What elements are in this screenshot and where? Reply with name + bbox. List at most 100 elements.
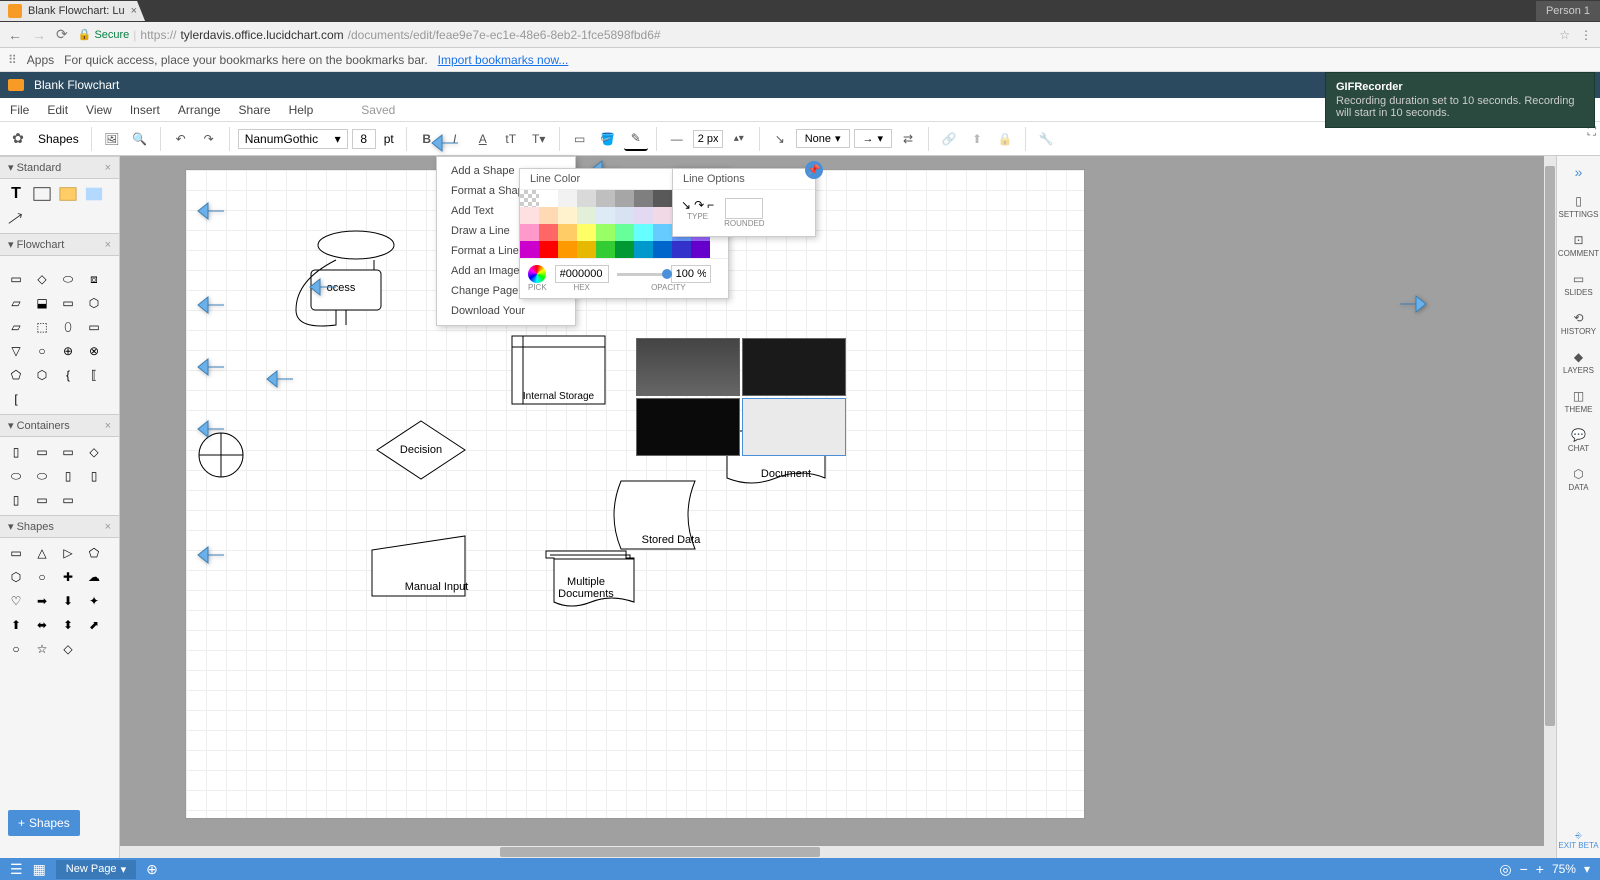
note-shape[interactable] xyxy=(56,183,80,205)
chat-button[interactable]: 💬CHAT xyxy=(1568,428,1589,453)
shape-item[interactable]: ⬆ xyxy=(4,614,28,636)
settings-button[interactable]: ▯SETTINGS xyxy=(1558,194,1598,219)
close-icon[interactable]: × xyxy=(105,420,111,432)
process-shape[interactable]: ocess xyxy=(286,230,396,330)
color-wheel-icon[interactable] xyxy=(528,265,546,283)
forward-icon[interactable]: → xyxy=(32,27,46,43)
shape-item[interactable]: ▭ xyxy=(30,489,54,511)
shape-item[interactable]: ⬯ xyxy=(56,316,80,338)
shape-item[interactable]: ▭ xyxy=(30,441,54,463)
undo-icon[interactable]: ↶ xyxy=(169,127,193,151)
menu-help[interactable]: Help xyxy=(289,103,314,117)
target-icon[interactable]: ◎ xyxy=(1499,861,1511,878)
hex-input[interactable] xyxy=(555,265,609,283)
color-swatch[interactable] xyxy=(615,224,634,241)
panel-flowchart[interactable]: ▾ Flowchart × xyxy=(0,233,119,256)
color-swatch[interactable] xyxy=(520,207,539,224)
block-shape[interactable] xyxy=(82,183,106,205)
line-type-straight[interactable]: ↘ xyxy=(681,198,691,212)
shape-item[interactable]: ▭ xyxy=(4,268,28,290)
color-swatch[interactable] xyxy=(672,241,691,258)
unlock-icon[interactable]: 🔒 xyxy=(993,127,1017,151)
import-bookmarks-link[interactable]: Import bookmarks now... xyxy=(438,53,569,67)
shape-item[interactable]: ◇ xyxy=(30,268,54,290)
shape-item[interactable]: ◇ xyxy=(56,638,80,660)
back-icon[interactable]: ← xyxy=(8,27,22,43)
shape-item[interactable]: ⬠ xyxy=(82,542,106,564)
arrow-end-select[interactable]: →▾ xyxy=(854,129,893,148)
thumbnail[interactable] xyxy=(742,398,846,456)
menu-share[interactable]: Share xyxy=(239,103,271,117)
color-swatch[interactable] xyxy=(558,207,577,224)
shape-item[interactable]: ⬡ xyxy=(4,566,28,588)
shape-item[interactable]: ⟦ xyxy=(82,364,106,386)
thumbnail[interactable] xyxy=(636,338,740,396)
color-swatch[interactable] xyxy=(634,190,653,207)
shape-item[interactable]: ▯ xyxy=(4,441,28,463)
menu-arrange[interactable]: Arrange xyxy=(178,103,221,117)
shape-item[interactable]: ▯ xyxy=(4,489,28,511)
color-swatch[interactable] xyxy=(539,224,558,241)
color-swatch[interactable] xyxy=(653,190,672,207)
stored-data-shape[interactable]: Stored Data xyxy=(606,480,696,553)
color-swatch[interactable] xyxy=(558,190,577,207)
rect-shape[interactable] xyxy=(30,183,54,205)
shape-item[interactable]: ⬠ xyxy=(4,364,28,386)
line-style-icon[interactable]: — xyxy=(665,127,689,151)
shape-item[interactable]: ⬭ xyxy=(30,465,54,487)
color-swatch[interactable] xyxy=(539,241,558,258)
font-select[interactable]: NanumGothic▾ xyxy=(238,129,348,149)
close-icon[interactable]: × xyxy=(105,521,111,533)
document-title[interactable]: Blank Flowchart xyxy=(34,78,119,92)
shape-item[interactable]: ▭ xyxy=(56,292,80,314)
canvas-container[interactable]: ocess Internal Storage Decision Document xyxy=(120,156,1556,860)
horizontal-scrollbar[interactable] xyxy=(120,846,1556,858)
manual-input-shape[interactable]: Manual Input xyxy=(371,535,466,600)
color-swatch[interactable] xyxy=(615,190,634,207)
thumbnail[interactable] xyxy=(636,398,740,456)
font-size-input[interactable] xyxy=(352,129,376,149)
menu-view[interactable]: View xyxy=(86,103,112,117)
collapse-icon[interactable]: » xyxy=(1575,164,1583,180)
line-color-icon[interactable]: ✎ xyxy=(624,127,648,151)
color-swatch[interactable] xyxy=(653,224,672,241)
apps-label[interactable]: Apps xyxy=(27,53,54,67)
browser-tab[interactable]: Blank Flowchart: Lu × xyxy=(0,1,145,21)
arrow-shape[interactable] xyxy=(4,207,28,229)
color-swatch[interactable] xyxy=(615,241,634,258)
color-swatch[interactable] xyxy=(653,241,672,258)
color-swatch[interactable] xyxy=(691,241,710,258)
add-page-icon[interactable]: ⊕ xyxy=(146,861,158,878)
menu-edit[interactable]: Edit xyxy=(47,103,68,117)
wrench-icon[interactable]: 🔧 xyxy=(1034,127,1058,151)
shape-item[interactable]: ⬭ xyxy=(4,465,28,487)
color-swatch[interactable] xyxy=(539,190,558,207)
decision-shape[interactable]: Decision xyxy=(376,420,466,483)
apps-icon[interactable]: ⠿ xyxy=(8,53,17,67)
color-swatch[interactable] xyxy=(577,224,596,241)
pin-icon[interactable]: 📌 xyxy=(805,161,823,179)
color-swatch[interactable] xyxy=(520,224,539,241)
link-icon[interactable]: 🔗 xyxy=(937,127,961,151)
color-swatch[interactable] xyxy=(596,241,615,258)
shape-item[interactable]: ☁ xyxy=(82,566,106,588)
color-swatch[interactable] xyxy=(520,241,539,258)
opacity-slider[interactable] xyxy=(617,273,667,276)
color-swatch[interactable] xyxy=(596,207,615,224)
close-icon[interactable]: × xyxy=(105,239,111,251)
connector-icon[interactable]: ↘ xyxy=(768,127,792,151)
line-type-curved[interactable]: ↷ xyxy=(694,198,704,212)
rounded-input[interactable] xyxy=(725,198,763,219)
shape-item[interactable]: ▭ xyxy=(56,489,80,511)
slides-button[interactable]: ▭SLIDES xyxy=(1564,272,1592,297)
color-swatch[interactable] xyxy=(653,207,672,224)
persona-badge[interactable]: Person 1 xyxy=(1536,1,1600,21)
color-swatch[interactable] xyxy=(558,224,577,241)
shape-item[interactable]: ⬚ xyxy=(30,316,54,338)
shape-item[interactable]: ▷ xyxy=(56,542,80,564)
panel-standard[interactable]: ▾ Standard × xyxy=(0,156,119,179)
comment-button[interactable]: ⊡COMMENT xyxy=(1558,233,1599,258)
vertical-scrollbar[interactable] xyxy=(1544,156,1556,846)
list-view-icon[interactable]: ☰ xyxy=(10,861,23,878)
shape-item[interactable]: ☆ xyxy=(30,638,54,660)
